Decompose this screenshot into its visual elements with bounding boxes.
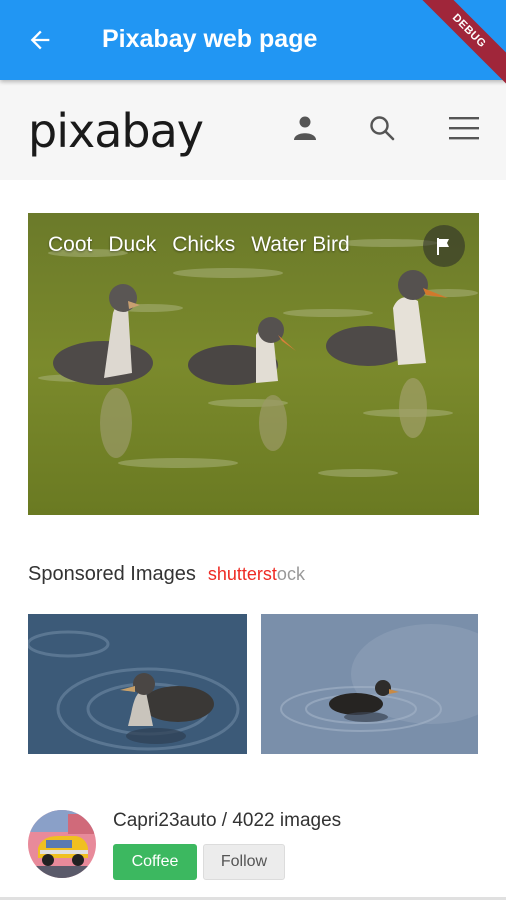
author-name[interactable]: Capri23auto / 4022 images [113,810,341,832]
follow-button[interactable]: Follow [203,844,285,880]
pixabay-logo[interactable]: pixabay [28,104,204,158]
sponsored-image-2[interactable] [261,614,478,754]
avatar-car-image [28,810,96,878]
debug-banner-label: DEBUG [416,0,506,90]
coot-chick-photo [28,614,247,754]
search-button[interactable] [364,110,400,146]
avatar[interactable] [28,810,96,878]
shutterstock-logo-part: ck [286,564,305,584]
tag-coot[interactable]: Coot [48,233,92,257]
menu-icon [449,117,479,140]
sponsored-header: Sponsored Images shutterstock [28,563,305,586]
report-button[interactable] [423,225,465,267]
back-button[interactable] [22,22,58,58]
arrow-left-icon [30,30,50,50]
coot-chick-photo [261,614,478,754]
coffee-button[interactable]: Coffee [113,844,197,880]
account-button[interactable] [287,110,323,146]
flag-icon [437,238,449,255]
author-profile: Capri23auto / 4022 images Coffee Follow [28,805,488,885]
app-bar-title: Pixabay web page [102,25,318,53]
tag-list: Coot Duck Chicks Water Bird [48,233,350,257]
shutterstock-logo-part: shutterst [207,564,277,584]
hero-image[interactable]: Coot Duck Chicks Water Bird [28,213,479,515]
tag-duck[interactable]: Duck [108,233,156,257]
shutterstock-logo[interactable]: shutterstock [208,564,305,585]
search-icon [370,116,395,141]
user-icon [294,116,316,140]
sponsored-image-1[interactable] [28,614,247,754]
tag-water-bird[interactable]: Water Bird [251,233,349,257]
debug-banner: DEBUG [416,0,506,90]
tag-chicks[interactable]: Chicks [172,233,235,257]
menu-button[interactable] [446,110,482,146]
coot-chicks-photo [28,213,479,515]
sponsored-label: Sponsored Images [28,563,196,585]
shutterstock-logo-part: o [276,564,287,584]
